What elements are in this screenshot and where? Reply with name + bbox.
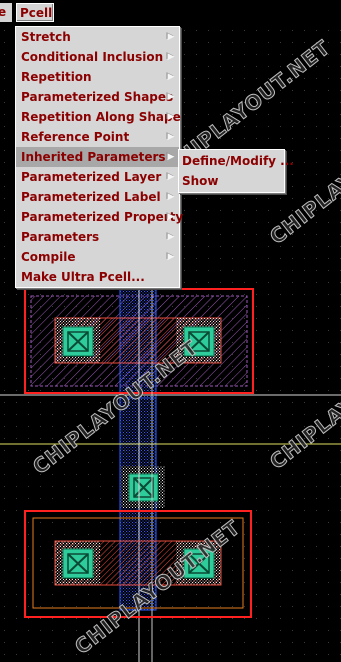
menu-item-label: Conditional Inclusion — [21, 50, 164, 64]
menu-item-parameterized-label[interactable]: Parameterized Label ▶ — [16, 187, 179, 207]
menu-item-label: Reference Point — [21, 130, 130, 144]
menu-item-parameterized-layer[interactable]: Parameterized Layer ▶ — [16, 167, 179, 187]
menu-item-label: Parameters — [21, 230, 100, 244]
menu-item-compile[interactable]: Compile ▶ — [16, 247, 179, 267]
contact-top-left — [62, 326, 94, 357]
menu-item-label: Parameterized Shapes — [21, 90, 174, 104]
submenu-item-define-modify[interactable]: Define/Modify ... — [179, 151, 294, 171]
menu-item-parameterized-shapes[interactable]: Parameterized Shapes ▶ — [16, 87, 179, 107]
menu-item-parameterized-property[interactable]: Parameterized Property ▶ — [16, 207, 183, 227]
menu-item-label: Inherited Parameters — [21, 150, 166, 164]
menu-item-conditional-inclusion[interactable]: Conditional Inclusion ▶ — [16, 47, 179, 67]
contact-bottom-right — [183, 548, 215, 579]
menu-item-label: Compile — [21, 250, 76, 264]
contact-bottom-left — [62, 548, 94, 579]
submenu-arrow-icon: ▶ — [167, 232, 175, 242]
menu-item-label: Make Ultra Pcell... — [21, 270, 145, 284]
submenu-arrow-icon: ▶ — [167, 252, 175, 262]
menubar-item-pcell[interactable]: Pcell — [16, 3, 54, 22]
menu-item-label: Parameterized Layer — [21, 170, 162, 184]
submenu-arrow-icon: ▶ — [167, 172, 175, 182]
submenu-arrow-icon: ▶ — [167, 132, 175, 142]
submenu-arrow-icon: ▶ — [167, 112, 175, 122]
menu-item-repetition-along-shape[interactable]: Repetition Along Shape ▶ — [16, 107, 181, 127]
submenu-arrow-icon: ▶ — [167, 192, 175, 202]
inherited-parameters-submenu: Define/Modify ... Show — [178, 149, 294, 193]
menu-item-inherited-parameters[interactable]: Inherited Parameters ▶ — [16, 147, 179, 167]
submenu-arrow-icon: ▶ — [167, 52, 175, 62]
pcell-menu: Stretch ▶ Conditional Inclusion ▶ Repetiti… — [15, 26, 183, 288]
submenu-arrow-icon: ▶ — [167, 212, 175, 222]
submenu-arrow-icon: ▶ — [167, 152, 175, 162]
menubar-item-previous[interactable]: e — [0, 3, 12, 22]
menu-item-label: Parameterized Label — [21, 190, 161, 204]
submenu-item-show[interactable]: Show — [179, 171, 284, 191]
menu-item-make-ultra-pcell[interactable]: Make Ultra Pcell... — [16, 267, 179, 287]
contact-top-right — [183, 326, 215, 357]
menu-item-label: Parameterized Property — [21, 210, 184, 224]
menu-item-label: Repetition Along Shape — [21, 110, 181, 124]
menu-bar: e Pcell — [0, 0, 341, 26]
submenu-arrow-icon: ▶ — [167, 32, 175, 42]
menu-item-reference-point[interactable]: Reference Point ▶ — [16, 127, 179, 147]
menu-item-label: Stretch — [21, 30, 71, 44]
menu-item-repetition[interactable]: Repetition ▶ — [16, 67, 179, 87]
submenu-arrow-icon: ▶ — [167, 92, 175, 102]
menu-item-parameters[interactable]: Parameters ▶ — [16, 227, 179, 247]
poly-contact-middle — [121, 466, 165, 508]
menu-item-label: Repetition — [21, 70, 92, 84]
submenu-arrow-icon: ▶ — [167, 72, 175, 82]
menu-item-stretch[interactable]: Stretch ▶ — [16, 27, 179, 47]
